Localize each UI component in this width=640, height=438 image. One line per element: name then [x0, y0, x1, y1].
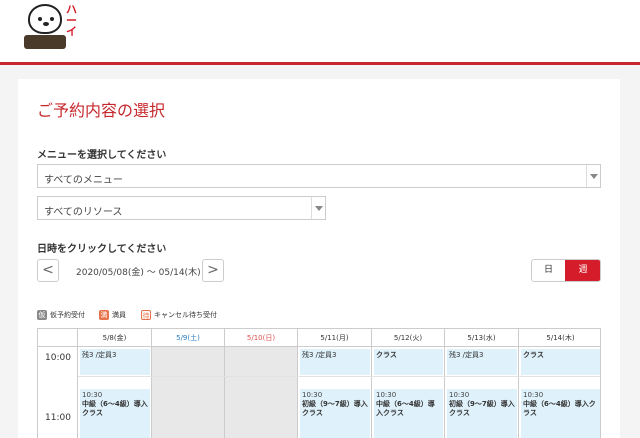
slot-time: 10:30 — [376, 391, 397, 399]
header-bar: ハーイ — [0, 0, 640, 62]
provisional-icon: 仮 — [37, 310, 47, 320]
legend-label: 満員 — [112, 311, 126, 319]
legend-item: 満満員 — [99, 310, 126, 320]
slot-time: 10:30 — [449, 391, 470, 399]
bear-mascot-icon — [28, 4, 62, 34]
desk-icon — [24, 35, 66, 49]
time-label: 11:00 — [45, 413, 71, 423]
booking-slot[interactable]: 10:30 初級（9〜7級）導入クラス — [447, 389, 517, 438]
slot-text: 残3 /定員3 — [82, 351, 117, 359]
day-header: 5/13(水) — [445, 329, 519, 347]
slot-text: 残3 /定員3 — [449, 351, 484, 359]
menu-select[interactable]: すべてのメニュー — [37, 164, 601, 188]
page-title: ご予約内容の選択 — [37, 101, 166, 120]
time-label: 10:00 — [45, 353, 71, 363]
slot-time: 10:30 — [302, 391, 323, 399]
waitlist-icon: 待 — [141, 310, 151, 320]
day-header: 5/14(木) — [519, 329, 600, 347]
booking-slot[interactable]: クラス — [521, 349, 600, 375]
legend-item: 仮仮予約受付 — [37, 310, 85, 320]
day-header: 5/11(月) — [298, 329, 372, 347]
nose-icon — [43, 22, 49, 26]
legend-label: キャンセル待ち受付 — [154, 311, 217, 319]
day-header: 5/9(土) — [152, 329, 225, 347]
day-column-closed — [225, 347, 298, 438]
view-toggle: 日 週 — [531, 259, 601, 282]
logo-text: ハーイ — [66, 3, 77, 38]
resource-select-value: すべてのリソース — [44, 207, 123, 218]
weekly-calendar: 5/8(金) 5/9(土) 5/10(日) 5/11(月) 5/12(火) 5/… — [37, 328, 601, 438]
booking-slot[interactable]: 残3 /定員3 — [447, 349, 517, 375]
slot-class: 初級（9〜7級）導入クラス — [302, 400, 368, 417]
slot-text: クラス — [376, 351, 397, 359]
booking-slot[interactable]: クラス — [374, 349, 443, 375]
day-column-closed — [152, 347, 225, 438]
legend-item: 待キャンセル待ち受付 — [141, 310, 217, 320]
slot-time: 10:30 — [523, 391, 544, 399]
slot-class: 初級（9〜7級）導入クラス — [449, 400, 515, 417]
date-label: 日時をクリックしてください — [37, 244, 167, 255]
slot-text: 残3 /定員3 — [302, 351, 337, 359]
slot-text: クラス — [523, 351, 544, 359]
date-range: 2020/05/08(金) ～ 05/14(木) — [76, 268, 201, 278]
legend-label: 仮予約受付 — [50, 311, 85, 319]
full-icon: 満 — [99, 310, 109, 320]
prev-week-button[interactable]: < — [37, 259, 59, 282]
menu-label: メニューを選択してください — [37, 150, 167, 161]
chevron-down-icon — [311, 197, 325, 219]
day-view-button[interactable]: 日 — [532, 260, 565, 281]
week-view-button[interactable]: 週 — [565, 260, 600, 281]
row-divider — [78, 376, 600, 377]
slot-class: 中級（6〜4級）導入クラス — [376, 400, 435, 417]
day-header: 5/10(日) — [225, 329, 298, 347]
booking-slot[interactable]: 10:30 初級（9〜7級）導入クラス — [300, 389, 370, 438]
resource-select[interactable]: すべてのリソース — [37, 196, 326, 220]
slot-class: 中級（6〜4級）導入クラス — [523, 400, 596, 417]
eye-icon — [50, 17, 54, 21]
booking-slot[interactable]: 残3 /定員3 — [300, 349, 370, 375]
slot-time: 10:30 — [82, 391, 103, 399]
logo[interactable]: ハーイ — [22, 2, 82, 52]
chevron-down-icon — [586, 165, 600, 187]
time-header — [38, 329, 78, 347]
menu-select-value: すべてのメニュー — [44, 175, 123, 186]
booking-slot[interactable]: 10:30 中級（6〜4級）導入クラス — [80, 389, 150, 438]
day-header: 5/8(金) — [78, 329, 152, 347]
booking-slot[interactable]: 10:30 中級（6〜4級）導入クラス — [521, 389, 600, 438]
slot-class: 中級（6〜4級）導入クラス — [82, 400, 148, 417]
day-header: 5/12(火) — [372, 329, 445, 347]
booking-slot[interactable]: 10:30 中級（6〜4級）導入クラス — [374, 389, 443, 438]
eye-icon — [38, 17, 42, 21]
booking-slot[interactable]: 残3 /定員3 — [80, 349, 150, 375]
next-week-button[interactable]: > — [202, 259, 224, 282]
